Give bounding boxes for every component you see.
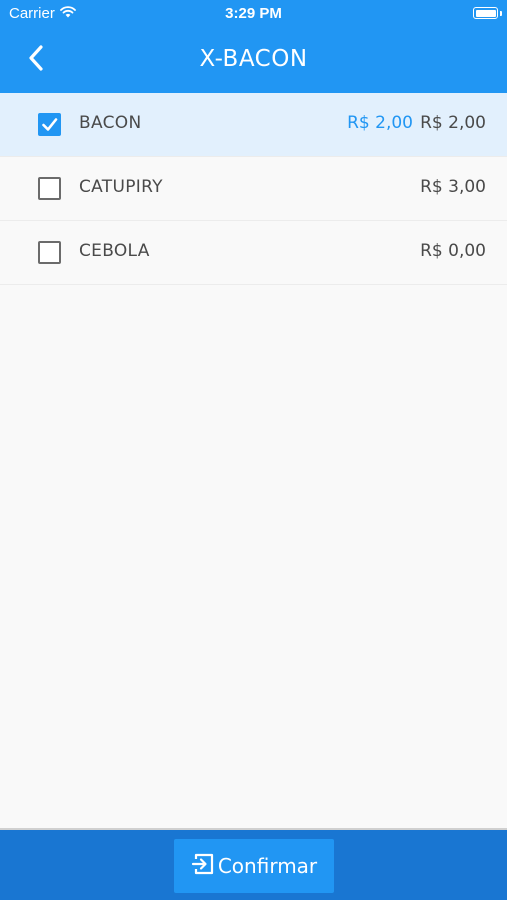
- nav-bar: X-BACON: [0, 28, 507, 93]
- item-price-extra: R$ 2,00: [347, 113, 413, 133]
- status-bar: Carrier 3:29 PM: [0, 0, 507, 28]
- confirm-button[interactable]: Confirmar: [174, 839, 334, 893]
- check-icon: [42, 118, 58, 131]
- item-price: R$ 2,00: [420, 113, 486, 133]
- item-name: BACON: [79, 113, 142, 133]
- footer-bar: Confirmar: [0, 828, 507, 900]
- status-time: 3:29 PM: [225, 5, 282, 22]
- checkbox-unchecked[interactable]: [38, 177, 61, 200]
- checkbox-checked[interactable]: [38, 113, 61, 136]
- item-price: R$ 3,00: [420, 177, 486, 197]
- item-price: R$ 0,00: [420, 241, 486, 261]
- option-list: BACON R$ 2,00 R$ 2,00 CATUPIRY R$ 3,00 C…: [0, 93, 507, 285]
- list-item-cebola[interactable]: CEBOLA R$ 0,00: [0, 221, 507, 285]
- checkbox-unchecked[interactable]: [38, 241, 61, 264]
- item-name: CATUPIRY: [79, 177, 163, 197]
- sign-in-icon: [191, 852, 215, 881]
- list-item-catupiry[interactable]: CATUPIRY R$ 3,00: [0, 157, 507, 221]
- page-title: X-BACON: [199, 46, 308, 72]
- item-name: CEBOLA: [79, 241, 150, 261]
- list-item-bacon[interactable]: BACON R$ 2,00 R$ 2,00: [0, 93, 507, 157]
- battery-tip: [500, 11, 502, 16]
- battery-icon: [473, 7, 498, 19]
- confirm-label: Confirmar: [217, 854, 318, 878]
